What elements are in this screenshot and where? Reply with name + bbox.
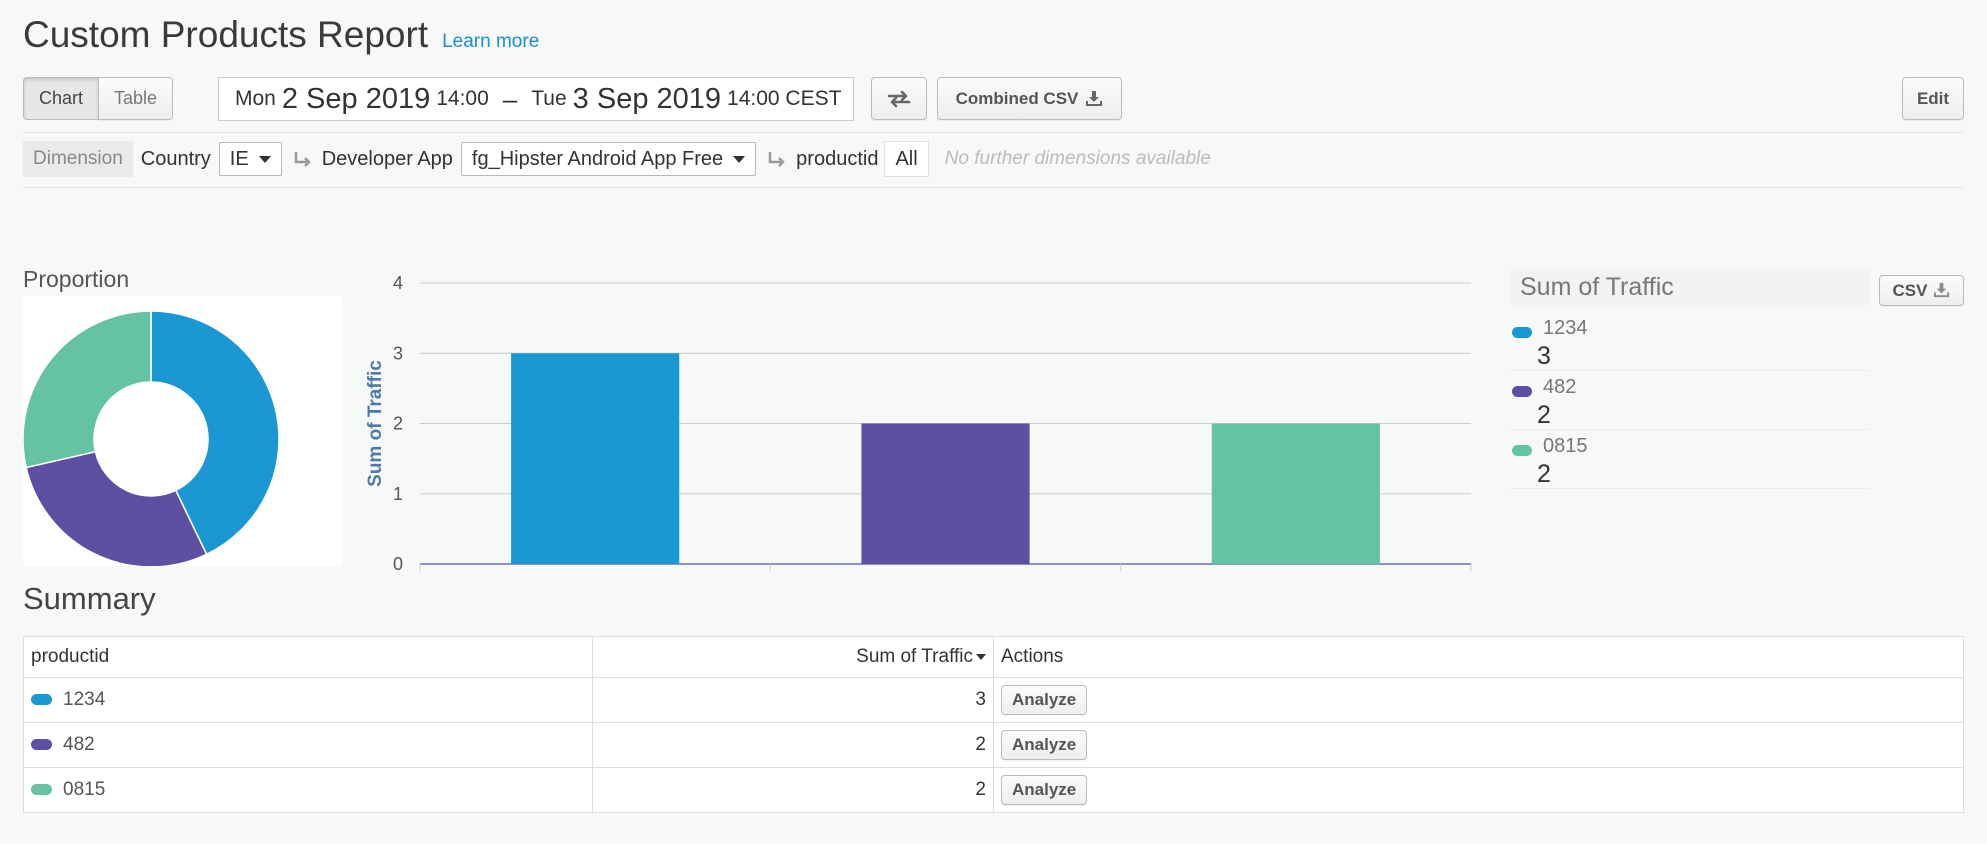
legend-swatch <box>1512 386 1532 397</box>
analyze-button[interactable]: Analyze <box>1001 775 1088 805</box>
traffic-cell: 2 <box>592 722 994 768</box>
productid-cell: 0815 <box>23 767 593 813</box>
swap-button[interactable] <box>871 77 927 120</box>
csv-download-button[interactable]: CSV <box>1879 275 1964 306</box>
chevron-down-icon <box>733 155 746 163</box>
legend-item[interactable]: 1234 3 <box>1510 313 1870 371</box>
actions-cell: Analyze <box>993 722 1964 768</box>
country-select[interactable]: IE <box>218 142 282 176</box>
csv-label: CSV <box>1892 280 1928 300</box>
download-icon <box>1934 282 1950 298</box>
table-row: 1234 3 Analyze <box>23 677 1964 723</box>
column-header-actions: Actions <box>993 636 1964 678</box>
legend-item[interactable]: 0815 2 <box>1510 431 1870 489</box>
date-from-time: 14:00 <box>436 87 489 110</box>
y-tick-label: 4 <box>393 273 403 293</box>
legend-swatch <box>1512 327 1532 338</box>
drilldown-arrow-icon <box>294 152 311 167</box>
summary-table: productid Sum of Traffic Actions 1234 3 … <box>23 636 1964 813</box>
drilldown-arrow-icon <box>768 152 785 167</box>
productid-value: 0815 <box>63 778 106 800</box>
legend-swatch <box>1512 445 1532 456</box>
learn-more-link[interactable]: Learn more <box>442 31 539 53</box>
view-toggle: Chart Table <box>23 77 174 120</box>
productid-cell: 482 <box>23 722 593 768</box>
divider <box>23 187 1964 188</box>
productid-value: 482 <box>63 733 95 755</box>
combined-csv-button[interactable]: Combined CSV <box>937 77 1122 120</box>
productid-label: productid <box>796 147 879 170</box>
table-row: 0815 2 Analyze <box>23 767 1964 813</box>
productid-all-filter[interactable]: All <box>884 141 929 177</box>
column-header-sum-of-traffic[interactable]: Sum of Traffic <box>592 636 994 678</box>
row-swatch <box>31 739 52 751</box>
date-range-picker[interactable]: Mon 2 Sep 2019 14:00 – Tue 3 Sep 2019 14… <box>218 77 854 121</box>
table-row: 482 2 Analyze <box>23 722 1964 768</box>
table-view-button[interactable]: Table <box>99 77 174 120</box>
y-tick-label: 1 <box>393 484 403 504</box>
legend-item-name: 1234 <box>1543 317 1588 339</box>
bar-chart: 0 1 2 3 4 Sum of Traffic <box>365 273 1472 574</box>
page-title: Custom Products Report <box>23 14 429 55</box>
analyze-button[interactable]: Analyze <box>1001 685 1088 715</box>
country-label: Country <box>140 147 211 170</box>
row-swatch <box>31 784 52 796</box>
productid-cell: 1234 <box>23 677 593 723</box>
developer-app-label: Developer App <box>321 147 453 170</box>
legend-item-value: 2 <box>1537 460 1551 488</box>
actions-cell: Analyze <box>993 677 1964 723</box>
table-header-row: productid Sum of Traffic Actions <box>23 636 1964 678</box>
bar-1234[interactable] <box>511 353 680 564</box>
legend-item-name: 0815 <box>1543 435 1588 457</box>
divider <box>23 132 1964 133</box>
no-further-dimensions-text: No further dimensions available <box>944 148 1211 169</box>
dimension-bar: Dimension Country IE Developer App fg_Hi… <box>23 141 1211 177</box>
download-icon <box>1086 90 1103 106</box>
edit-button[interactable]: Edit <box>1902 77 1964 120</box>
traffic-cell: 3 <box>592 677 994 723</box>
date-from-day: Mon <box>235 87 276 110</box>
y-tick-label: 2 <box>393 414 403 434</box>
date-to-time: 14:00 CEST <box>727 87 842 110</box>
proportion-pie-panel <box>22 296 342 568</box>
traffic-cell: 2 <box>592 767 994 813</box>
summary-title: Summary <box>23 581 156 616</box>
analyze-button[interactable]: Analyze <box>1001 730 1088 760</box>
sort-desc-icon <box>976 653 986 660</box>
y-axis-label: Sum of Traffic <box>365 360 386 487</box>
pie-slice-0815[interactable] <box>22 310 152 469</box>
date-separator: – <box>502 83 518 114</box>
legend-title: Sum of Traffic <box>1510 269 1870 305</box>
legend-item[interactable]: 482 2 <box>1510 372 1870 430</box>
pie-slice-482[interactable] <box>25 450 208 568</box>
developer-app-select[interactable]: fg_Hipster Android App Free <box>460 142 757 176</box>
title-row: Custom Products Report Learn more <box>23 14 539 56</box>
dimension-label: Dimension <box>23 141 133 177</box>
row-swatch <box>31 694 52 706</box>
bar-0815[interactable] <box>1211 423 1380 565</box>
productid-value: 1234 <box>63 688 106 710</box>
date-to-date: 3 Sep 2019 <box>572 82 722 115</box>
y-tick-label: 0 <box>393 554 403 574</box>
y-tick-label: 3 <box>393 343 403 363</box>
actions-cell: Analyze <box>993 767 1964 813</box>
legend-item-value: 3 <box>1537 342 1551 370</box>
column-header-productid[interactable]: productid <box>23 636 593 678</box>
chevron-down-icon <box>258 155 271 163</box>
developer-app-value: fg_Hipster Android App Free <box>471 147 724 170</box>
country-value: IE <box>229 147 249 170</box>
swap-icon <box>887 90 911 107</box>
donut-chart <box>22 310 280 568</box>
column-header-label: Sum of Traffic <box>856 646 973 667</box>
legend-item-name: 482 <box>1543 376 1577 398</box>
bar-482[interactable] <box>861 423 1030 565</box>
date-to-day: Tue <box>531 87 567 110</box>
chart-view-button[interactable]: Chart <box>23 77 100 120</box>
legend-item-value: 2 <box>1537 401 1551 429</box>
combined-csv-label: Combined CSV <box>955 88 1079 108</box>
date-from-date: 2 Sep 2019 <box>281 82 431 115</box>
proportion-title: Proportion <box>23 266 130 292</box>
